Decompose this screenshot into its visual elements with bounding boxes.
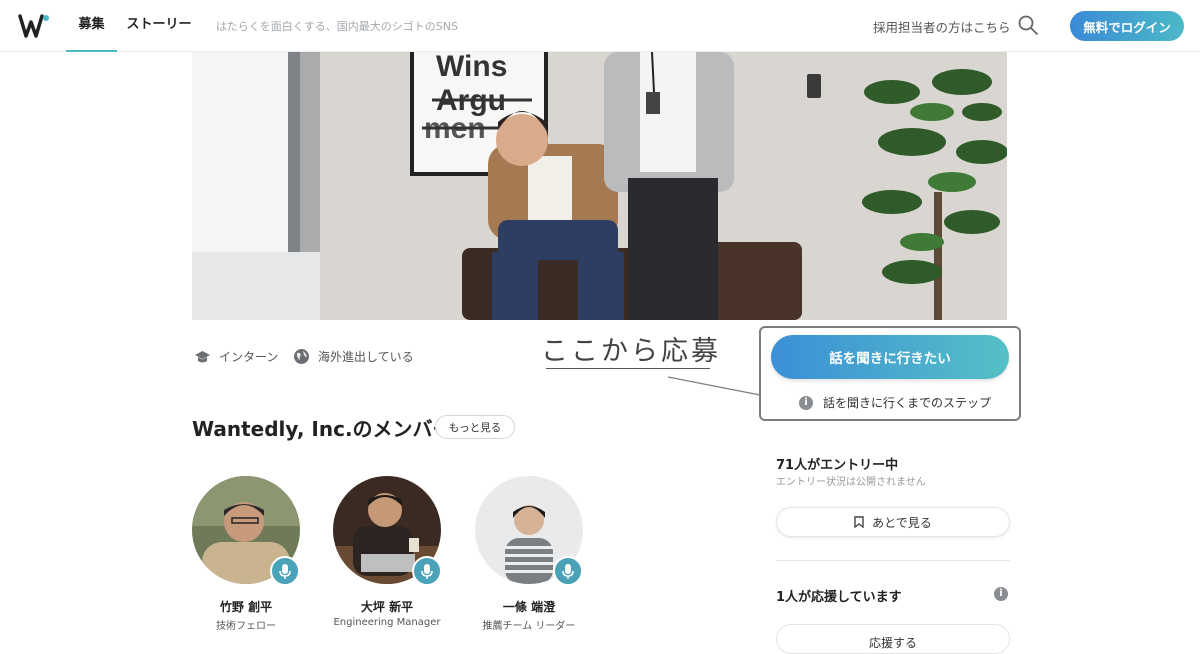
bookmark-label: あとで見る — [872, 515, 932, 530]
tag-overseas: 海外進出している — [293, 348, 414, 365]
tag-intern-label: インターン — [219, 350, 279, 364]
member-role: 推薦チーム リーダー — [482, 621, 576, 632]
poster-text-1: Wins — [436, 52, 507, 83]
annotation-underline — [546, 368, 710, 369]
support-info-icon[interactable]: i — [994, 587, 1008, 601]
microphone-icon — [562, 564, 574, 579]
member-role: 技術フェロー — [216, 621, 276, 632]
cheer-button[interactable]: 応援する — [776, 624, 1010, 654]
microphone-icon — [279, 564, 291, 579]
apply-button[interactable]: 話を聞きに行きたい — [771, 335, 1009, 379]
bookmark-icon — [854, 516, 864, 528]
member-name[interactable]: 竹野 創平 — [176, 598, 316, 615]
globe-icon — [294, 349, 309, 364]
info-icon: i — [799, 395, 813, 410]
voice-badge[interactable] — [270, 556, 300, 586]
apply-steps-link[interactable]: i 話を聞きに行くまでのステップ — [799, 394, 991, 411]
voice-badge[interactable] — [553, 556, 583, 586]
tagline: はたらくを面白くする、国内最大のシゴトのSNS — [216, 20, 458, 33]
sidebar-divider — [776, 560, 1010, 561]
nav-tab-jobs[interactable]: 募集 — [66, 0, 117, 52]
tag-overseas-label: 海外進出している — [318, 350, 414, 364]
graduation-cap-icon — [195, 350, 210, 362]
entry-count: 71人がエントリー中 — [776, 458, 899, 473]
search-icon[interactable] — [1017, 14, 1039, 36]
top-header: 募集 ストーリー はたらくを面白くする、国内最大のシゴトのSNS 採用担当者の方… — [0, 0, 1200, 52]
member-role: Engineering Manager — [333, 617, 441, 628]
login-button[interactable]: 無料でログイン — [1070, 11, 1184, 41]
voice-badge[interactable] — [412, 556, 442, 586]
nav-tab-stories[interactable]: ストーリー — [126, 0, 192, 52]
member-name[interactable]: 大坪 新平 — [317, 598, 457, 615]
hero-image: Wins Argu men — [192, 52, 1007, 320]
members-title: Wantedly, Inc.のメンバー — [192, 417, 453, 441]
apply-steps-label: 話を聞きに行くまでのステップ — [823, 396, 992, 410]
bookmark-button[interactable]: あとで見る — [776, 507, 1010, 537]
microphone-icon — [421, 564, 433, 579]
annotation-text: ここから応募 — [541, 336, 721, 367]
support-count: 1人が応援しています — [776, 590, 902, 605]
wantedly-logo[interactable] — [18, 12, 50, 40]
members-more-button[interactable]: もっと見る — [435, 415, 515, 439]
apply-highlight-box: 話を聞きに行きたい i 話を聞きに行くまでのステップ — [759, 326, 1021, 421]
member-name[interactable]: 一條 端澄 — [459, 598, 599, 615]
entry-note: エントリー状況は公開されません — [776, 477, 926, 488]
tag-intern: インターン — [194, 348, 278, 365]
recruiter-link[interactable]: 採用担当者の方はこちら — [873, 17, 1011, 36]
